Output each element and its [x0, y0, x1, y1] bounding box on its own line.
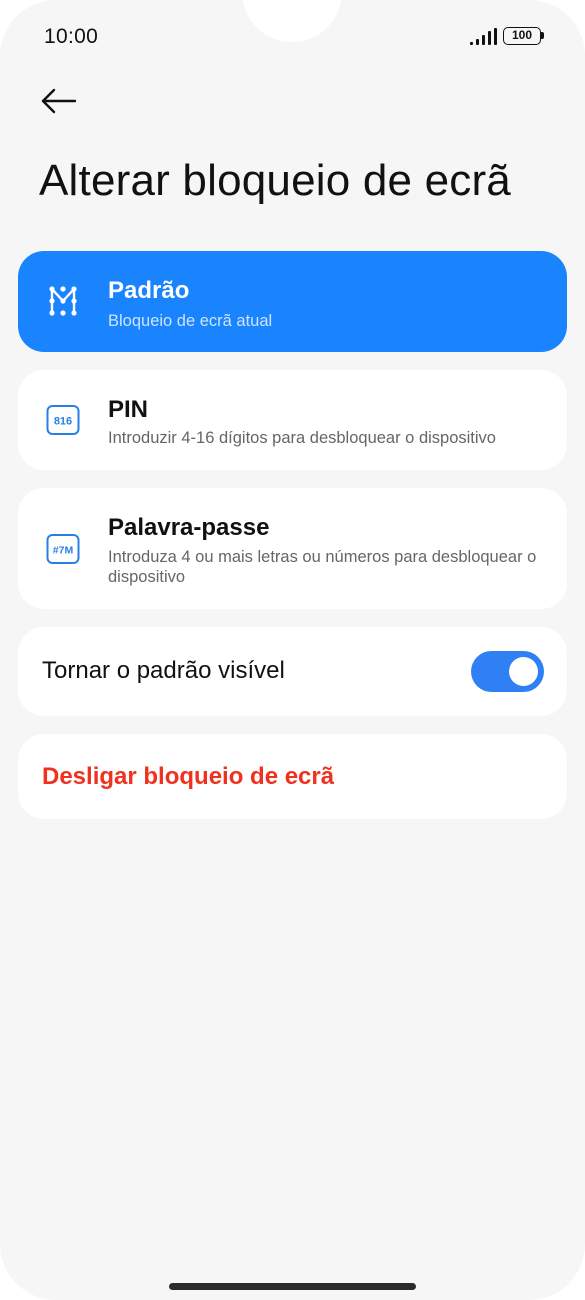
battery-level: 100: [511, 28, 533, 42]
visible-pattern-toggle[interactable]: [471, 651, 544, 692]
page-title: Alterar bloqueio de ecrã: [39, 156, 511, 205]
option-password[interactable]: #7M Palavra-passe Introduza 4 ou mais le…: [18, 488, 567, 609]
toggle-knob: [509, 657, 538, 686]
option-subtitle: Introduza 4 ou mais letras ou números pa…: [108, 548, 537, 586]
option-subtitle: Bloqueio de ecrã atual: [108, 312, 273, 330]
option-subtitle: Introduzir 4-16 dígitos para desbloquear…: [108, 429, 496, 447]
status-bar: 10:00 100: [0, 0, 585, 75]
disable-screen-lock-label: Desligar bloqueio de ecrã: [42, 763, 335, 790]
screen: 10:00 100 Alterar bloqueio de ecrã Padrã…: [0, 0, 585, 1300]
pin-icon-text: 816: [54, 416, 72, 428]
option-pattern[interactable]: Padrão Bloqueio de ecrã atual: [18, 251, 567, 352]
password-icon: #7M: [46, 534, 80, 564]
option-title: PIN: [108, 396, 149, 423]
password-icon-text: #7M: [53, 545, 74, 557]
visible-pattern-label: Tornar o padrão visível: [42, 657, 285, 684]
battery-tip: [541, 32, 544, 39]
arrow-left-icon: [41, 88, 77, 114]
pattern-icon: [49, 286, 77, 316]
back-button[interactable]: [34, 80, 84, 122]
pin-icon: 816: [46, 405, 80, 435]
option-title: Padrão: [108, 277, 190, 304]
option-pin[interactable]: 816 PIN Introduzir 4-16 dígitos para des…: [18, 370, 567, 470]
status-time: 10:00: [44, 25, 99, 48]
disable-screen-lock-button[interactable]: Desligar bloqueio de ecrã: [18, 734, 567, 819]
visible-pattern-row[interactable]: Tornar o padrão visível: [18, 627, 567, 716]
option-title: Palavra-passe: [108, 514, 270, 541]
battery-icon: 100: [503, 27, 541, 45]
signal-icon: [470, 28, 497, 45]
home-indicator[interactable]: [169, 1283, 416, 1290]
